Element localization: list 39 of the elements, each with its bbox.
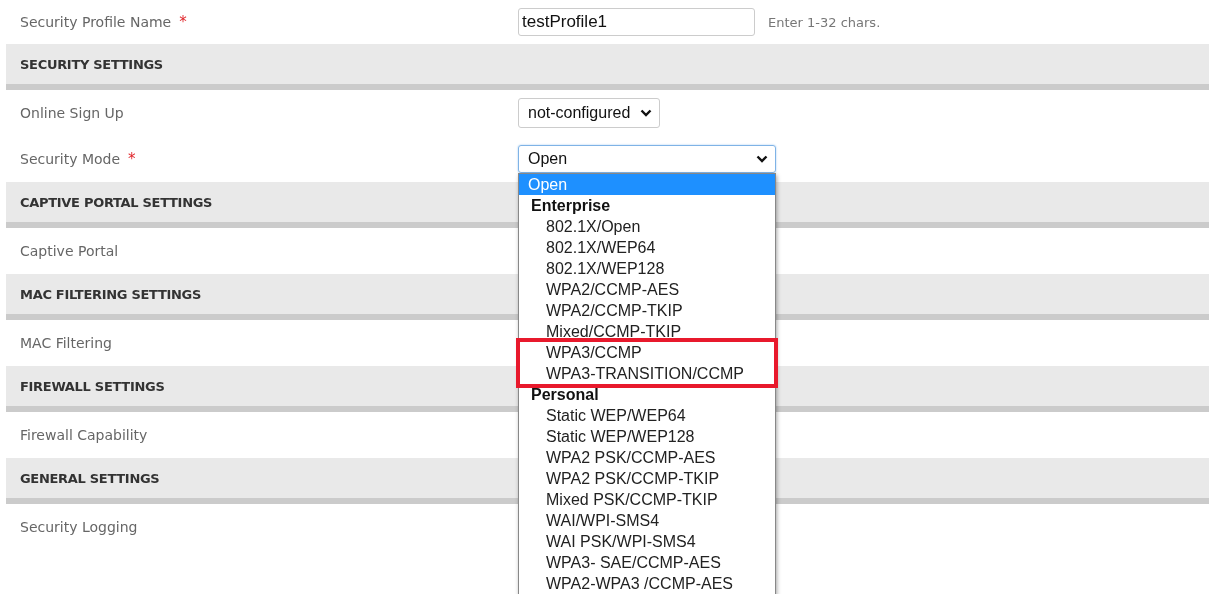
- dropdown-select[interactable]: Open: [518, 145, 776, 173]
- dropdown-option[interactable]: WPA2-WPA3 /CCMP-AES: [519, 573, 775, 594]
- required-mark: *: [128, 150, 136, 168]
- dropdown-option[interactable]: WPA2/CCMP-TKIP: [519, 300, 775, 321]
- option-group-label: Personal: [530, 385, 600, 405]
- field-label: Online Sign Up: [20, 105, 124, 121]
- field-label: Captive Portal: [20, 243, 119, 259]
- dropdown-option[interactable]: WPA2 PSK/CCMP-AES: [519, 447, 775, 468]
- dropdown-option[interactable]: 802.1X/WEP128: [519, 258, 775, 279]
- dropdown-option[interactable]: WPA3-TRANSITION/CCMP: [520, 363, 774, 384]
- field-label: MAC Filtering: [20, 335, 112, 351]
- chevron-down-icon: [756, 155, 768, 163]
- field-label: Security Mode: [20, 151, 121, 167]
- dropdown-option[interactable]: Static WEP/WEP128: [519, 426, 775, 447]
- option-group-label: Enterprise: [530, 196, 612, 216]
- dropdown-option[interactable]: 802.1X/Open: [519, 216, 775, 237]
- section-title: FIREWALL SETTINGS: [20, 378, 165, 394]
- dropdown-option[interactable]: WAI/WPI-SMS4: [519, 510, 775, 531]
- chevron-down-icon: [640, 109, 653, 117]
- field-label: Security Logging: [20, 519, 138, 535]
- profile-name-field[interactable]: testProfile1: [518, 8, 755, 36]
- section-title: CAPTIVE PORTAL SETTINGS: [20, 194, 213, 210]
- dropdown-option[interactable]: WPA3- SAE/CCMP-AES: [519, 552, 775, 573]
- field-label: Security Profile Name: [20, 14, 172, 30]
- dropdown-option[interactable]: Mixed/CCMP-TKIP: [519, 321, 775, 342]
- section-title: MAC FILTERING SETTINGS: [20, 286, 201, 302]
- section-title: GENERAL SETTINGS: [20, 470, 160, 486]
- dropdown-option[interactable]: 802.1X/WEP64: [519, 237, 775, 258]
- required-mark: *: [179, 13, 187, 31]
- dropdown-option[interactable]: WPA2 PSK/CCMP-TKIP: [519, 468, 775, 489]
- section-title: SECURITY SETTINGS: [20, 56, 163, 72]
- dropdown-option[interactable]: WAI PSK/WPI-SMS4: [519, 531, 775, 552]
- dropdown-option[interactable]: WPA3/CCMP: [520, 342, 774, 363]
- dropdown-option[interactable]: Static WEP/WEP64: [519, 405, 775, 426]
- dropdown-option[interactable]: WPA2/CCMP-AES: [519, 279, 775, 300]
- hint-text: Enter 1-32 chars.: [768, 14, 881, 30]
- field-label: Firewall Capability: [20, 427, 148, 443]
- dropdown-option[interactable]: Mixed PSK/CCMP-TKIP: [519, 489, 775, 510]
- dropdown-select[interactable]: not-configured: [518, 98, 661, 128]
